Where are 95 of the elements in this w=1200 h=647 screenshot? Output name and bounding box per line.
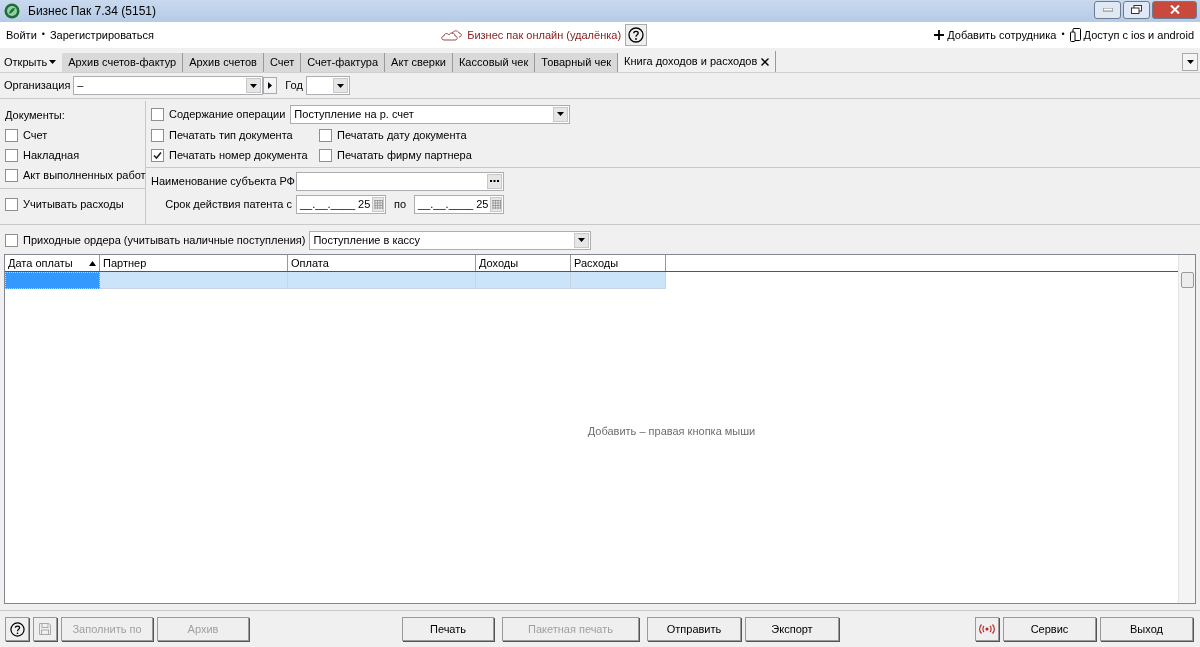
checkbox-label: Печатать дату документа bbox=[337, 127, 467, 143]
help-icon bbox=[628, 27, 645, 43]
checkbox-label: Печатать фирму партнера bbox=[337, 147, 472, 163]
separator-dot: • bbox=[41, 28, 45, 42]
field-label: по bbox=[394, 196, 407, 212]
calendar-icon bbox=[491, 199, 501, 209]
subject-field[interactable] bbox=[296, 171, 504, 191]
tab[interactable]: Архив счетов-фактур bbox=[62, 53, 184, 72]
table-cell[interactable] bbox=[571, 272, 666, 289]
checkbox[interactable] bbox=[151, 148, 164, 162]
section-heading: Документы: bbox=[5, 107, 66, 123]
tab[interactable]: Товарный чек bbox=[535, 53, 619, 72]
checkbox-label: Счет bbox=[23, 127, 48, 143]
column-header[interactable]: Партнер bbox=[100, 255, 288, 271]
checkbox[interactable] bbox=[319, 128, 332, 142]
organization-dropdown[interactable]: – bbox=[73, 76, 264, 95]
dropdown-arrow-icon bbox=[336, 83, 344, 88]
table-cell[interactable] bbox=[476, 272, 571, 289]
dropdown-arrow-icon bbox=[557, 112, 565, 116]
top-link[interactable]: Добавить сотрудника bbox=[947, 26, 1057, 44]
field-label: Год bbox=[285, 78, 303, 94]
column-header[interactable]: Расходы bbox=[571, 255, 666, 271]
table-cell[interactable] bbox=[5, 272, 100, 289]
checkbox[interactable] bbox=[151, 107, 164, 121]
column-header[interactable]: Доходы bbox=[476, 255, 571, 271]
cloud-icon bbox=[441, 28, 464, 42]
table-cell[interactable] bbox=[288, 272, 476, 289]
table-cell[interactable] bbox=[100, 272, 288, 289]
operation-dropdown[interactable]: Поступление на р. счет bbox=[290, 104, 571, 124]
checkbox[interactable] bbox=[319, 148, 332, 162]
save-icon bbox=[39, 623, 51, 635]
tab[interactable]: Счет bbox=[263, 53, 302, 72]
action-button[interactable]: Экспорт bbox=[745, 617, 839, 641]
dropdown-arrow-icon bbox=[250, 83, 258, 88]
column-header[interactable]: Дата оплаты bbox=[5, 255, 100, 271]
empty-hint: Добавить – правая кнопка мыши bbox=[587, 423, 756, 439]
tab[interactable]: Акт сверки bbox=[385, 53, 453, 72]
checkbox-label: Накладная bbox=[23, 147, 80, 163]
tabs-dropdown-button[interactable] bbox=[1182, 53, 1198, 71]
plus-icon bbox=[934, 30, 945, 40]
action-button[interactable]: Печать bbox=[402, 617, 494, 641]
field-label: Срок действия патента с bbox=[164, 196, 292, 212]
next-button[interactable] bbox=[263, 77, 278, 94]
dropdown-arrow-icon bbox=[1186, 60, 1194, 64]
sort-arrow-icon bbox=[89, 260, 96, 266]
scrollbar[interactable] bbox=[1178, 255, 1195, 603]
checkbox[interactable] bbox=[5, 168, 18, 182]
date-field[interactable]: __.__.____ 25 bbox=[414, 194, 505, 214]
help-button[interactable] bbox=[625, 24, 648, 46]
column-header[interactable]: Оплата bbox=[288, 255, 476, 271]
devices-icon bbox=[1069, 28, 1081, 42]
calendar-icon bbox=[373, 199, 383, 209]
close-button[interactable] bbox=[1152, 0, 1197, 19]
action-button[interactable]: Выход bbox=[1100, 617, 1193, 641]
broadcast-button[interactable] bbox=[975, 617, 999, 641]
close-tab-icon[interactable] bbox=[761, 57, 770, 66]
cash-orders-dropdown[interactable]: Поступление в кассу bbox=[309, 230, 592, 250]
restore-button[interactable] bbox=[1123, 0, 1150, 19]
year-dropdown[interactable] bbox=[305, 76, 350, 95]
check-icon bbox=[153, 150, 162, 160]
action-button[interactable]: Отправить bbox=[647, 617, 741, 641]
field-label: Организация bbox=[4, 78, 71, 94]
checkbox[interactable] bbox=[5, 148, 18, 162]
checkbox-label: Акт выполненных работ bbox=[23, 167, 146, 183]
top-link[interactable]: Доступ с ios и android bbox=[1083, 26, 1194, 44]
separator-dot: • bbox=[1061, 28, 1065, 42]
tab[interactable]: Счет-фактура bbox=[301, 53, 386, 72]
help-icon bbox=[9, 621, 25, 637]
checkbox[interactable] bbox=[5, 233, 18, 247]
online-link[interactable]: Бизнес пак онлайн (удалёнка) bbox=[467, 26, 622, 44]
tab[interactable]: Архив счетов bbox=[183, 53, 264, 72]
broadcast-icon bbox=[978, 624, 996, 634]
checkbox-label: Приходные ордера (учитывать наличные поступления) bbox=[23, 232, 306, 248]
top-link[interactable]: Зарегистрироваться bbox=[49, 26, 154, 44]
checkbox[interactable] bbox=[5, 197, 18, 211]
restore-icon bbox=[1131, 5, 1142, 14]
close-icon bbox=[1169, 5, 1180, 14]
top-link[interactable]: Войти bbox=[6, 26, 37, 44]
minimize-icon bbox=[1102, 7, 1113, 12]
help-button[interactable] bbox=[5, 617, 29, 641]
dropdown-arrow-icon bbox=[49, 60, 57, 64]
checkbox-label: Учитывать расходы bbox=[23, 196, 124, 212]
checkbox-label: Содержание операции bbox=[169, 106, 286, 122]
window-title: Бизнес Пак 7.34 (5151) bbox=[28, 3, 156, 20]
tab[interactable]: Кассовый чек bbox=[452, 53, 536, 72]
open-menu[interactable]: Открыть bbox=[4, 52, 63, 72]
date-field[interactable]: __.__.____ 25 bbox=[296, 194, 386, 214]
right-arrow-icon bbox=[268, 82, 273, 89]
dropdown-arrow-icon bbox=[578, 238, 586, 242]
checkbox[interactable] bbox=[5, 128, 18, 142]
action-button[interactable]: Сервис bbox=[1003, 617, 1096, 641]
checkbox[interactable] bbox=[151, 128, 164, 142]
checkbox-label: Печатать тип документа bbox=[169, 127, 293, 143]
checkbox-label: Печатать номер документа bbox=[169, 147, 308, 163]
app-logo-icon bbox=[4, 3, 20, 19]
